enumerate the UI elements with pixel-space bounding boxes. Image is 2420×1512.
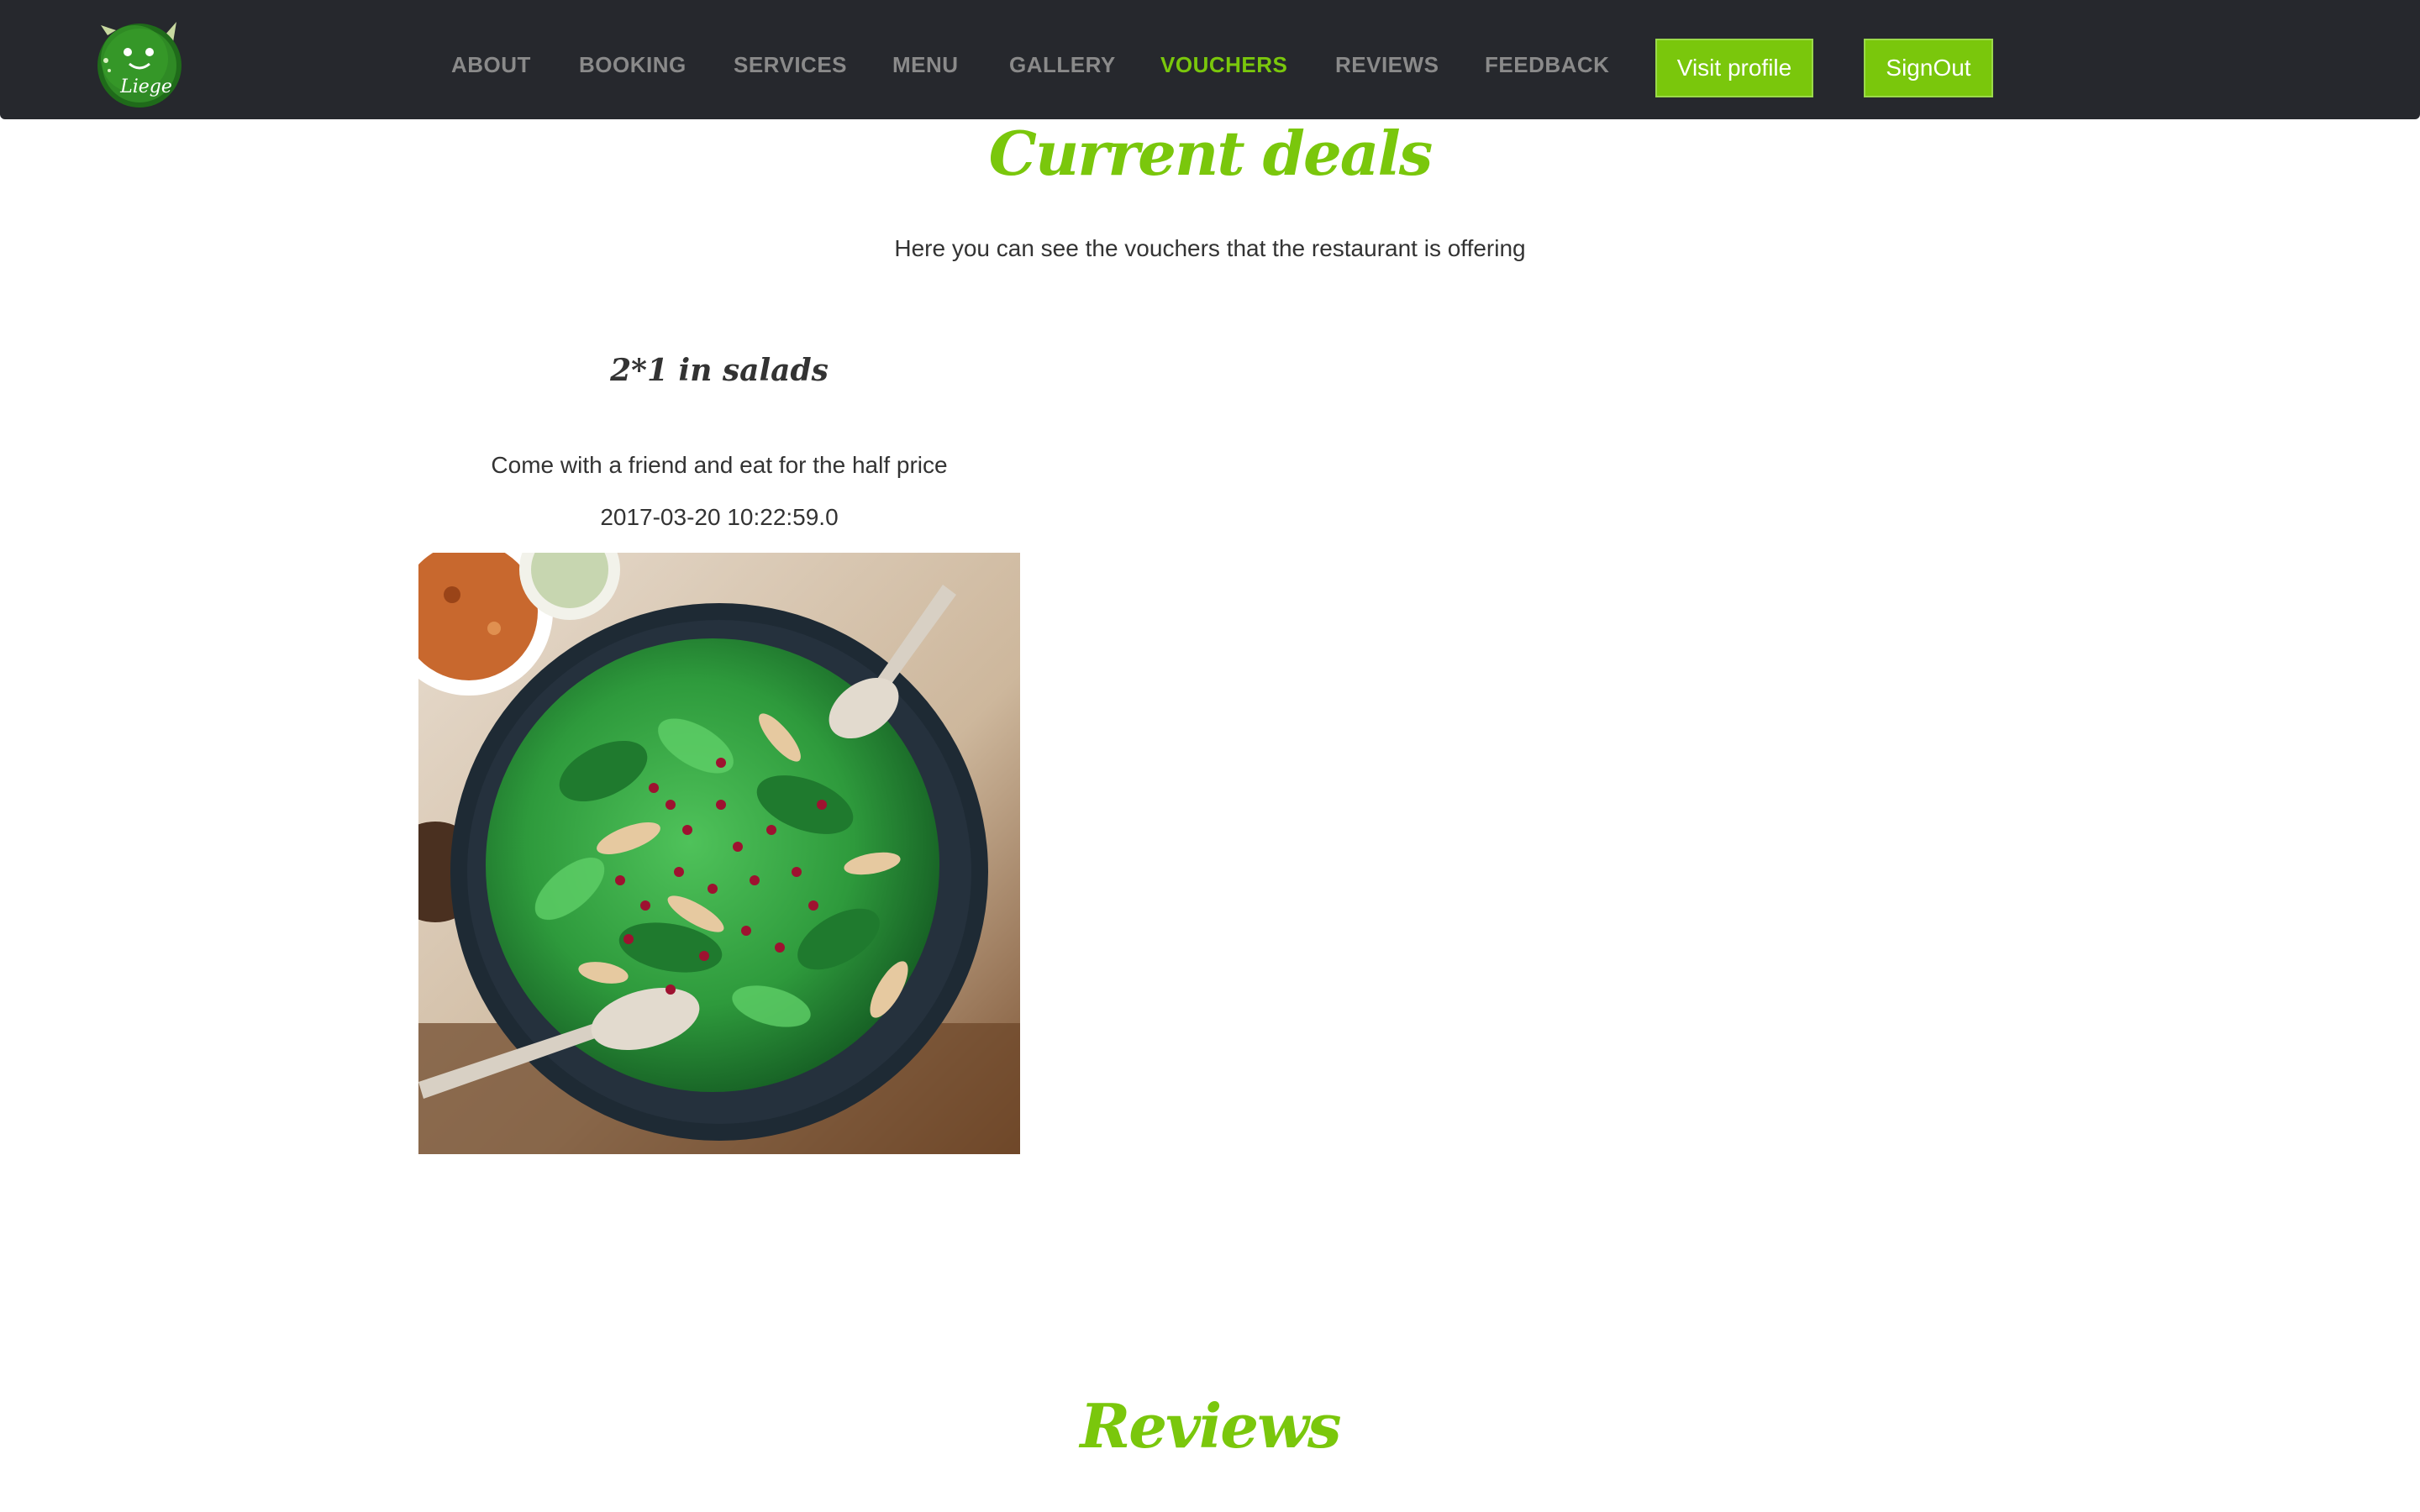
visit-profile-button[interactable]: Visit profile — [1655, 39, 1813, 97]
nav-services[interactable]: SERVICES — [734, 52, 847, 77]
reviews-heading: Reviews — [1080, 1390, 1341, 1462]
voucher-description: Come with a friend and eat for the half … — [491, 452, 948, 478]
svg-text:Liege: Liege — [119, 76, 172, 97]
restaurant-logo-icon[interactable]: Liege — [82, 10, 197, 113]
nav-booking[interactable]: BOOKING — [579, 52, 687, 77]
voucher-date: 2017-03-20 10:22:59.0 — [600, 504, 839, 530]
nav-feedback[interactable]: FEEDBACK — [1485, 52, 1609, 77]
sign-out-button[interactable]: SignOut — [1864, 39, 1993, 97]
nav-vouchers[interactable]: VOUCHERS — [1160, 52, 1287, 77]
current-deals-heading: Current deals — [988, 118, 1434, 189]
nav-about[interactable]: ABOUT — [451, 52, 531, 77]
nav-reviews[interactable]: REVIEWS — [1335, 52, 1439, 77]
salad-bowl-image — [418, 553, 1020, 1154]
deals-subtitle: Here you can see the vouchers that the r… — [894, 235, 1526, 261]
voucher-title: 2*1 in salads — [610, 353, 829, 388]
nav-menu[interactable]: MENU — [892, 52, 959, 77]
top-navbar: Liege ABOUT BOOKING SERVICES MENU GALLER… — [0, 0, 2420, 119]
nav-gallery[interactable]: GALLERY — [1009, 52, 1116, 77]
